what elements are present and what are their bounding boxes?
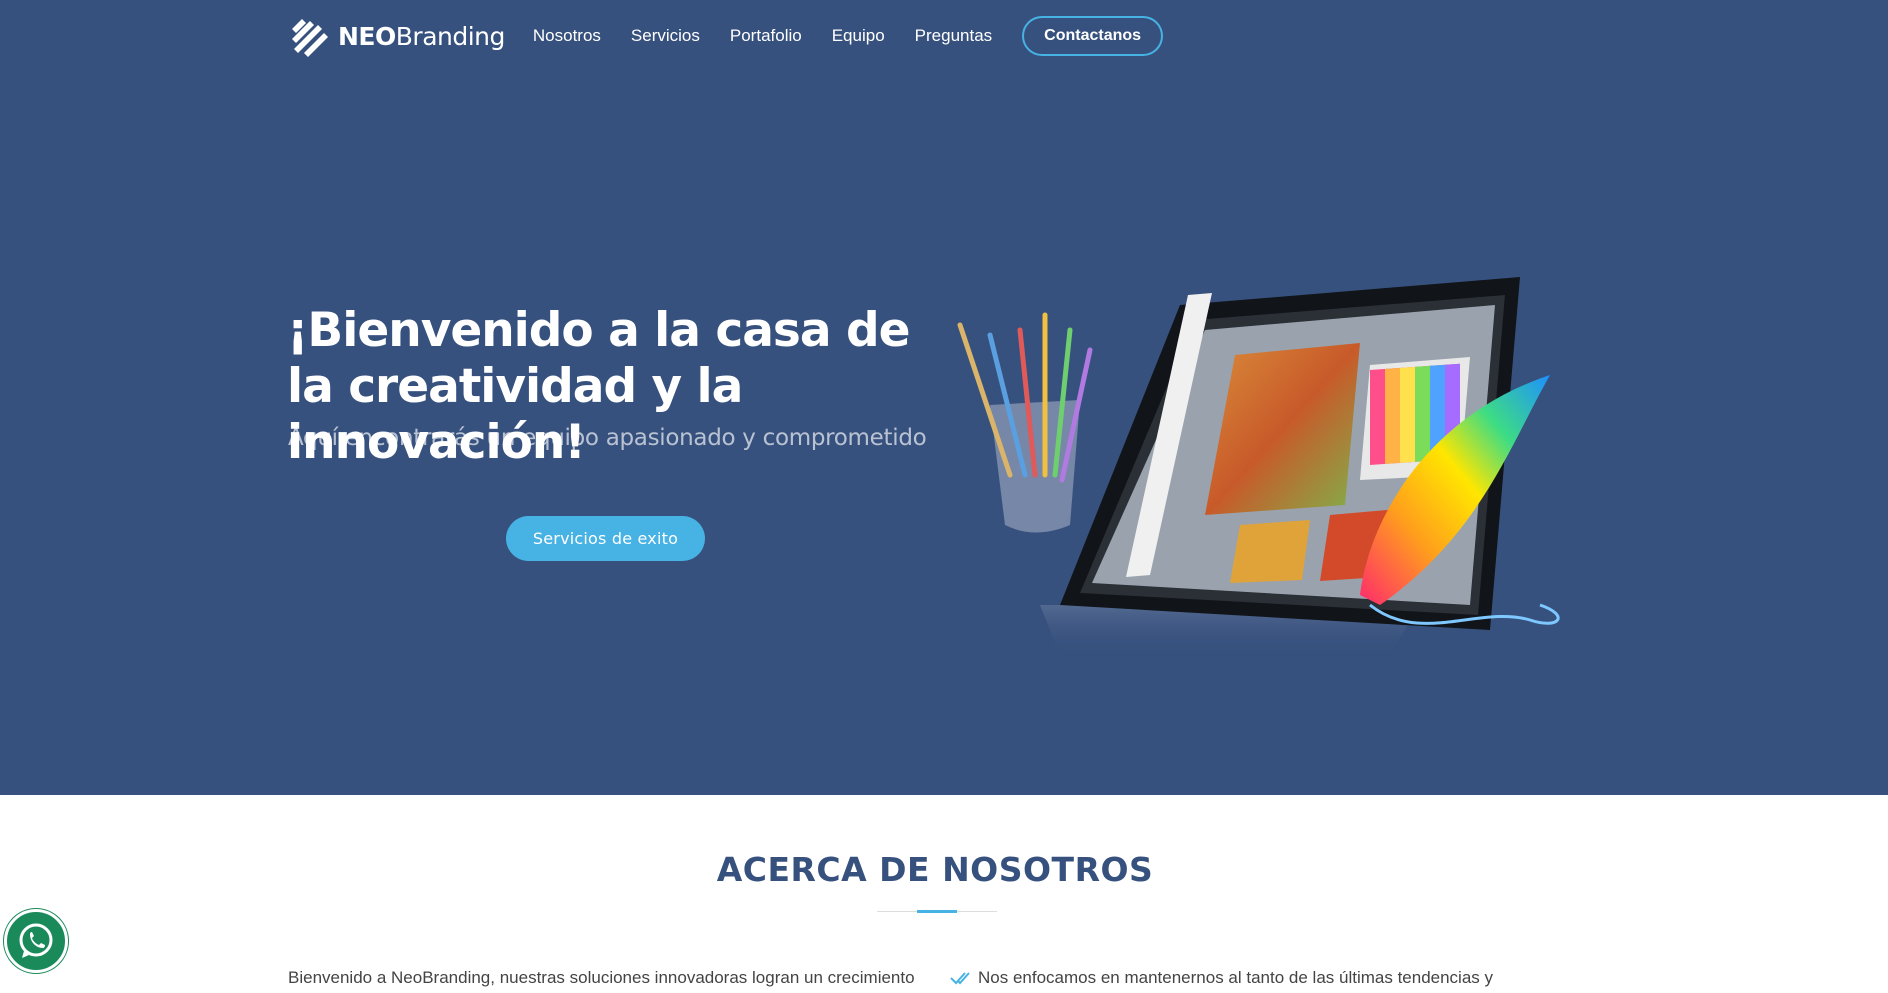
logo-text-strong: NEO xyxy=(338,21,396,51)
about-feature-item: Nos enfocamos en mantenernos al tanto de… xyxy=(950,964,1600,992)
whatsapp-icon xyxy=(19,923,53,958)
about-section-title: ACERCA DE NOSOTROS xyxy=(716,850,1154,889)
about-intro-text: Bienvenido a NeoBranding, nuestras soluc… xyxy=(288,968,915,987)
about-feature-text: Nos enfocamos en mantenernos al tanto de… xyxy=(978,968,1494,987)
hero-illustration xyxy=(957,277,1560,655)
double-check-icon xyxy=(950,972,970,985)
neobranding-logo-icon xyxy=(292,19,328,57)
nav-equipo[interactable]: Equipo xyxy=(832,26,885,46)
services-cta-button[interactable]: Servicios de exito xyxy=(506,516,705,561)
whatsapp-button[interactable] xyxy=(4,909,68,973)
title-divider-accent xyxy=(917,910,957,913)
nav-servicios[interactable]: Servicios xyxy=(631,26,700,46)
logo-text-light: Branding xyxy=(395,21,506,51)
hero-subtitle: Aquí encontrarás un equipo apasionado y … xyxy=(288,425,927,451)
nav-portafolio[interactable]: Portafolio xyxy=(730,26,802,46)
nav-preguntas[interactable]: Preguntas xyxy=(915,26,993,46)
site-header: NEO Branding Nosotros Servicios Portafoli… xyxy=(288,14,1164,58)
nav-nosotros[interactable]: Nosotros xyxy=(533,26,601,46)
contact-button[interactable]: Contactanos xyxy=(1022,16,1164,56)
main-nav: Nosotros Servicios Portafolio Equipo Pre… xyxy=(533,16,1164,56)
hero-section: NEO Branding Nosotros Servicios Portafoli… xyxy=(0,0,1888,795)
brand-logo[interactable]: NEO Branding xyxy=(288,15,505,57)
